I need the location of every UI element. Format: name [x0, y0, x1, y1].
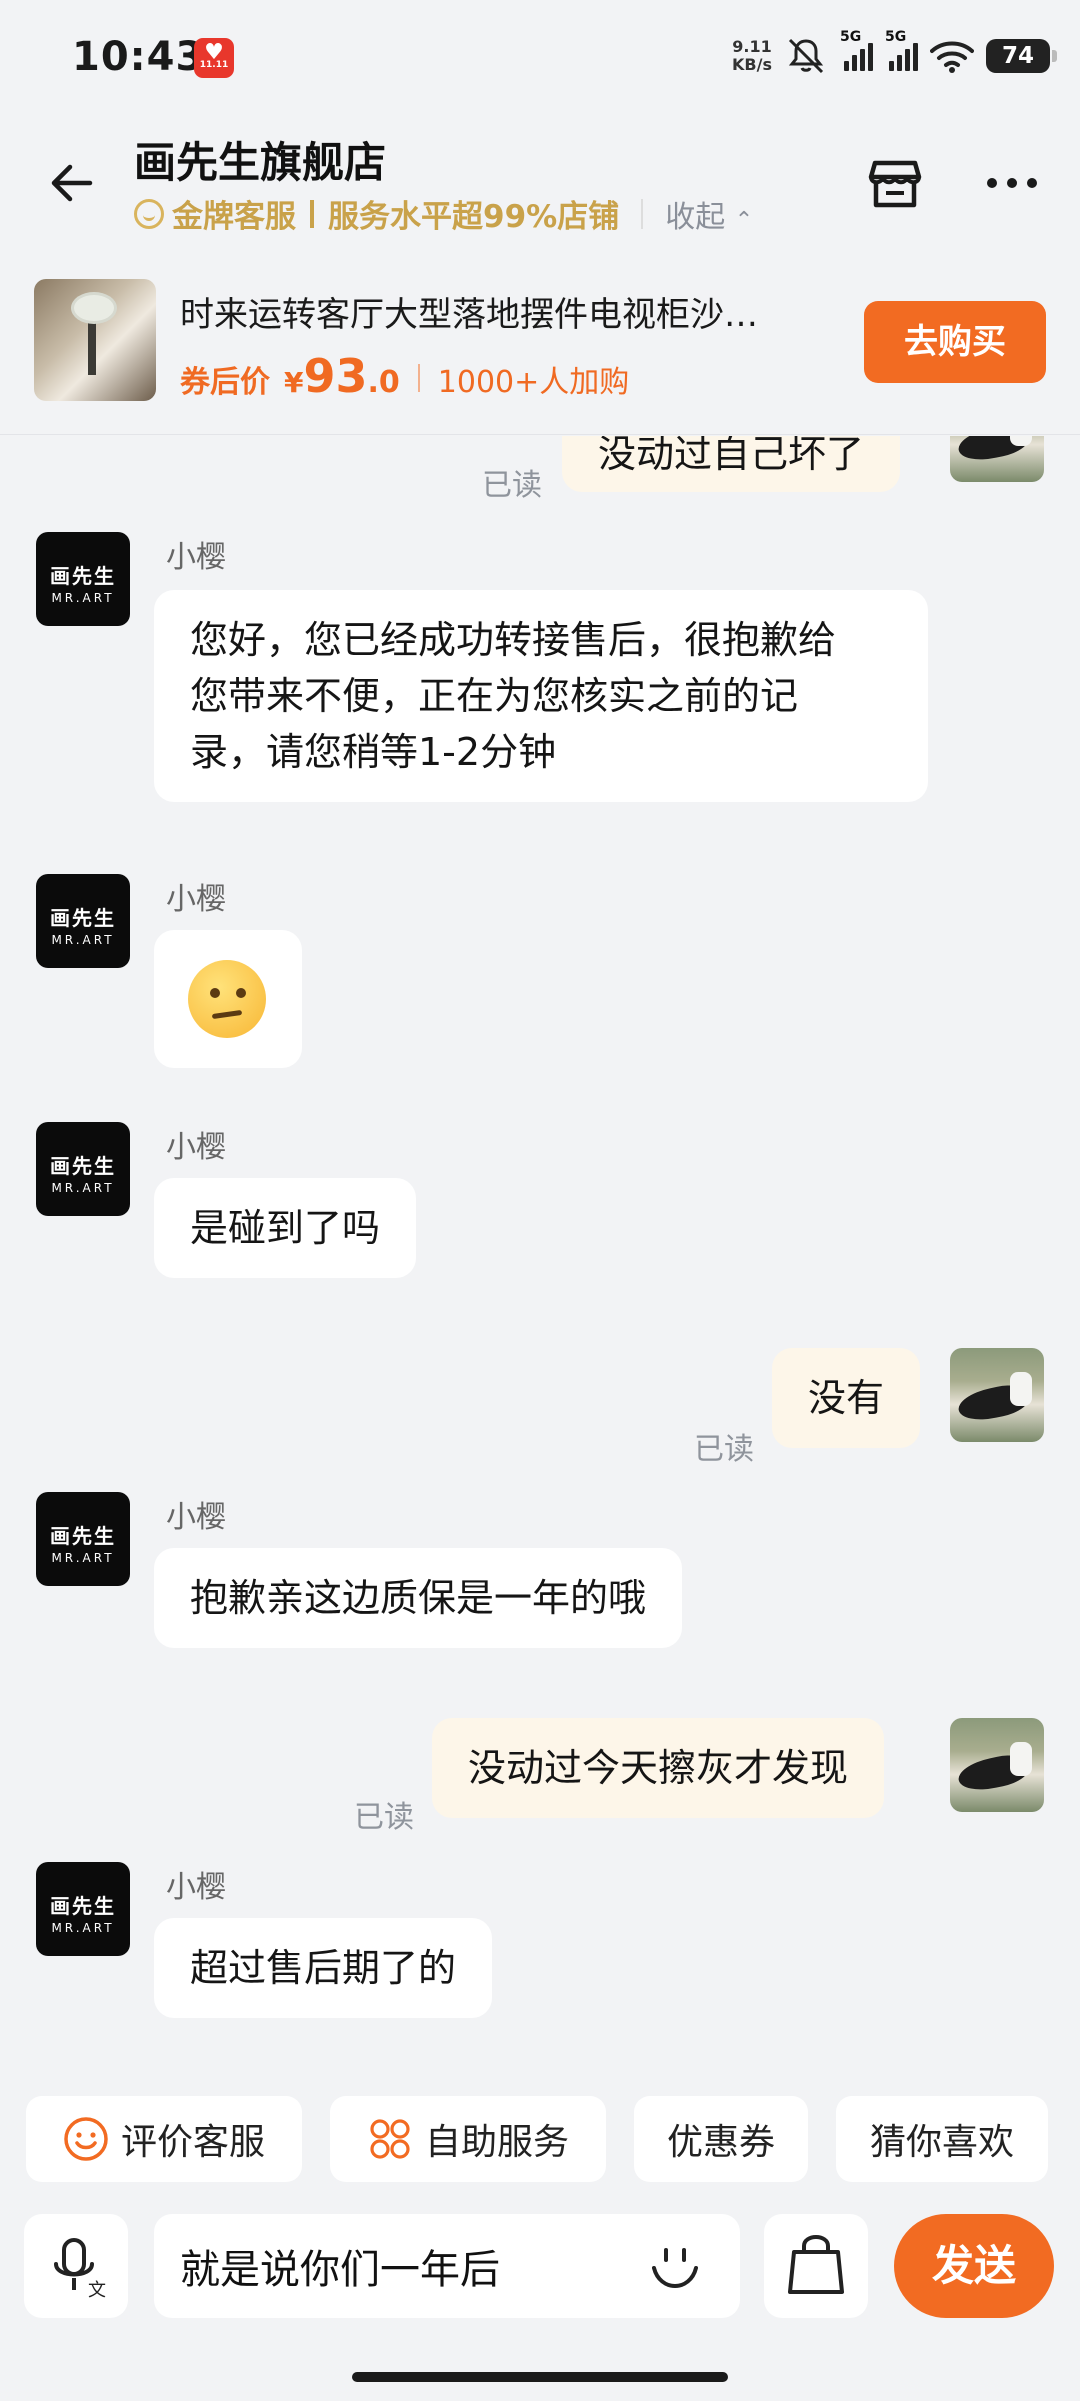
recommend-chip[interactable]: 猜你喜欢 [836, 2096, 1048, 2182]
agent-avatar[interactable]: 画先生 MR.ART [36, 1862, 130, 1956]
app-notification-icon: 11.11 [194, 38, 234, 78]
agent-name: 小樱 [166, 882, 226, 917]
status-indicators: 9.11 KB/s 5G 5G 74 [732, 29, 1057, 82]
product-title[interactable]: 时来运转客厅大型落地摆件电视柜沙… [180, 287, 820, 336]
buy-button[interactable]: 去购买 [864, 301, 1046, 383]
agent-name: 小樱 [166, 1130, 226, 1165]
svg-text:文: 文 [88, 2280, 106, 2300]
incoming-message-bubble[interactable]: 超过售后期了的 [154, 1918, 493, 2018]
read-receipt: 已读 [354, 1800, 414, 1835]
status-bar: 10:43 11.11 9.11 KB/s 5G 5G 74 [0, 0, 1080, 115]
shop-badges: 金牌客服 服务水平超99%店铺 收起 ⌃ [134, 191, 753, 236]
coupon-chip[interactable]: 优惠券 [634, 2096, 808, 2182]
emoji-picker-icon[interactable] [644, 2236, 706, 2298]
read-receipt: 已读 [482, 468, 542, 503]
incoming-message-bubble[interactable]: 是碰到了吗 [154, 1178, 417, 1278]
agent-avatar[interactable]: 画先生 MR.ART [36, 874, 130, 968]
send-button[interactable]: 发送 [894, 2214, 1054, 2318]
shopping-bag-icon [788, 2235, 844, 2294]
price-divider [417, 364, 420, 392]
incoming-message-bubble[interactable]: 抱歉亲这边质保是一年的哦 [154, 1548, 683, 1648]
wifi-icon [930, 41, 974, 73]
chevron-up-icon: ⌃ [734, 207, 754, 233]
more-options-icon[interactable] [984, 171, 1040, 195]
store-icon[interactable] [866, 155, 924, 213]
price-integer: 93 [303, 349, 368, 403]
self-service-chip[interactable]: 自助服务 [330, 2096, 606, 2182]
microphone-icon: 文 [54, 2238, 106, 2300]
chat-message-list[interactable]: 没动过自己坏了 已读 画先生 MR.ART 小樱 您好，您已经成功转接售后，很抱歉… [0, 436, 1080, 2050]
agent-avatar[interactable]: 画先生 MR.ART [36, 1492, 130, 1586]
agent-name: 小樱 [166, 540, 226, 575]
collapse-toggle[interactable]: 收起 ⌃ [665, 192, 753, 236]
outgoing-message-bubble[interactable]: 没有 [772, 1348, 921, 1448]
user-avatar[interactable] [950, 1348, 1044, 1442]
home-indicator[interactable] [352, 2372, 728, 2382]
message-composer: 文 发送 [0, 2210, 1080, 2330]
price-label: 券后价 [180, 365, 270, 400]
outgoing-message-bubble[interactable]: 没动过今天擦灰才发现 [432, 1718, 885, 1818]
agent-avatar[interactable]: 画先生 MR.ART [36, 1122, 130, 1216]
agent-name: 小樱 [166, 1870, 226, 1905]
voice-input-button[interactable]: 文 [24, 2214, 128, 2318]
user-avatar[interactable] [950, 1718, 1044, 1812]
agent-avatar[interactable]: 画先生 MR.ART [36, 532, 130, 626]
product-price: 券后价 ¥ 93 .0 1000+人加购 [180, 349, 629, 403]
signal-icon-sim2: 5G [885, 29, 918, 71]
read-receipt: 已读 [694, 1432, 754, 1467]
back-arrow-icon[interactable] [40, 155, 96, 211]
incoming-message-bubble[interactable]: 您好，您已经成功转接售后，很抱歉给 您带来不便，正在为您核实之前的记 录，请您稍… [154, 590, 928, 802]
gold-service-badge: 金牌客服 [172, 199, 296, 235]
status-time: 10:43 [72, 34, 205, 80]
quick-actions-bar: 评价客服 自助服务 优惠券 猜你喜欢 [0, 2096, 1080, 2184]
outgoing-message-bubble[interactable]: 没动过自己坏了 [562, 436, 901, 492]
signal-icon-sim1: 5G [840, 29, 873, 71]
added-to-cart-count: 1000+人加购 [437, 365, 630, 400]
service-level-badge: 服务水平超99%店铺 [328, 199, 620, 235]
incoming-emoji-bubble[interactable] [154, 930, 302, 1068]
product-picker-button[interactable] [764, 2214, 868, 2318]
badge-divider [310, 199, 314, 228]
smile-icon [64, 2117, 108, 2161]
badge-divider [641, 198, 644, 229]
product-thumbnail[interactable] [34, 279, 156, 401]
user-avatar[interactable] [950, 436, 1044, 482]
price-decimal: .0 [367, 365, 400, 400]
network-speed: 9.11 KB/s [732, 37, 772, 74]
gold-medal-icon [134, 198, 164, 229]
battery-icon: 74 [986, 39, 1057, 73]
rate-service-chip[interactable]: 评价客服 [26, 2096, 302, 2182]
currency-symbol: ¥ [284, 366, 304, 399]
shop-name[interactable]: 画先生旗舰店 [134, 129, 386, 190]
thinking-face-icon [188, 960, 266, 1038]
chat-header: 画先生旗舰店 金牌客服 服务水平超99%店铺 收起 ⌃ [0, 115, 1080, 265]
product-card[interactable]: 时来运转客厅大型落地摆件电视柜沙… 券后价 ¥ 93 .0 1000+人加购 去… [0, 265, 1080, 435]
mute-bell-icon [788, 38, 824, 74]
agent-name: 小樱 [166, 1500, 226, 1535]
grid-icon [370, 2119, 410, 2159]
